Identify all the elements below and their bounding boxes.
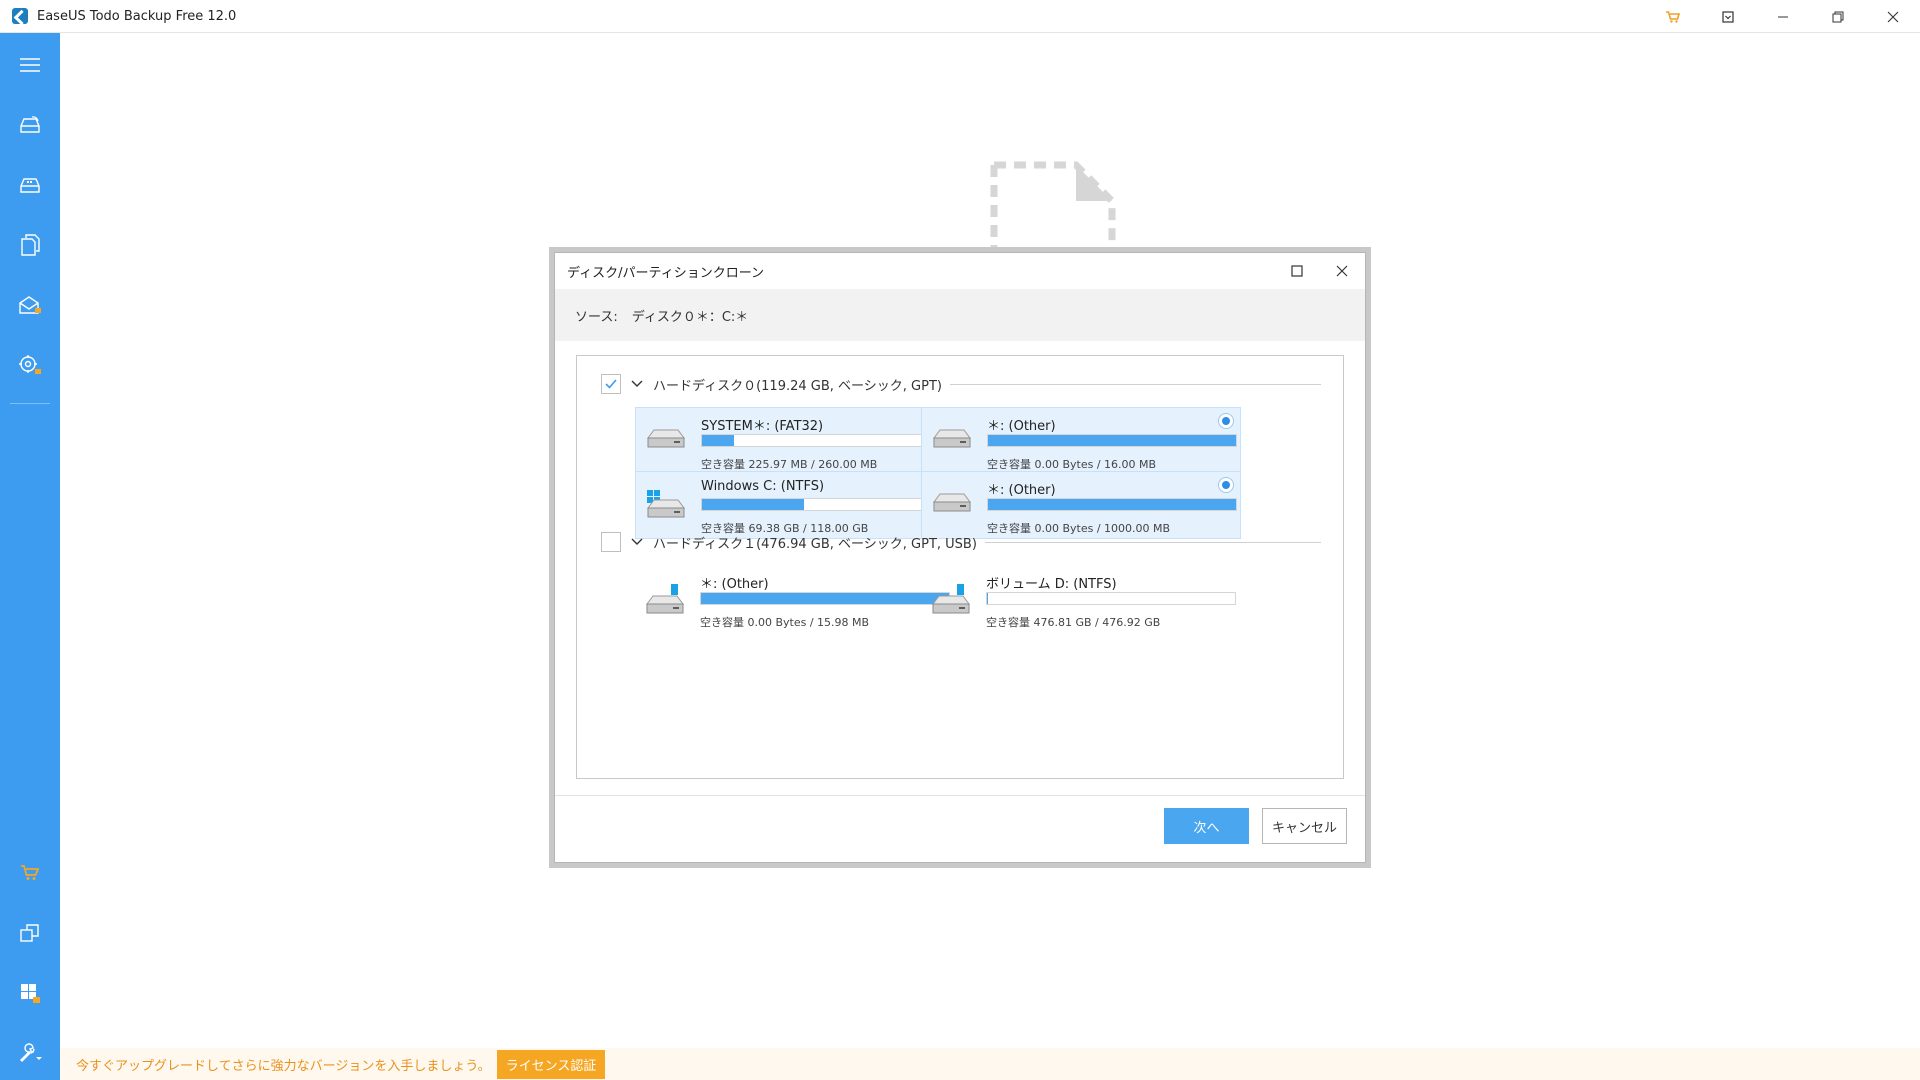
usage-bar — [987, 498, 1237, 511]
partition-card[interactable]: ＊: (Other) 空き容量 0.00 Bytes / 15.98 MB — [635, 566, 955, 634]
partition-free-space: 空き容量 476.81 GB / 476.92 GB — [986, 616, 1161, 629]
sidebar — [0, 33, 60, 1080]
hdd-icon — [932, 490, 972, 518]
tools-windows-icon[interactable] — [0, 973, 60, 1013]
hdd-icon — [932, 426, 972, 454]
usage-fill — [702, 435, 735, 446]
system-backup-icon[interactable] — [0, 165, 60, 205]
app-titlebar: EaseUS Todo Backup Free 12.0 — [0, 0, 1920, 33]
usage-bar — [986, 592, 1236, 605]
dialog-title: ディスク/パーティションクローン — [567, 265, 765, 281]
usage-fill — [988, 499, 1236, 510]
app-logo-icon — [12, 8, 28, 24]
disk-backup-icon[interactable] — [0, 105, 60, 145]
chevron-down-icon[interactable] — [631, 536, 643, 548]
source-bar: ソース: ディスク０＊：C:＊ — [555, 289, 1365, 341]
app-title: EaseUS Todo Backup Free 12.0 — [37, 8, 237, 24]
tools-wrench-icon[interactable] — [0, 1033, 60, 1073]
window-controls — [1645, 0, 1920, 33]
source-value: ディスク０＊：C:＊ — [631, 309, 749, 325]
usage-bar — [701, 498, 951, 511]
disk-0-label: ハードディスク０(119.24 GB, ベーシック, GPT) — [653, 378, 942, 394]
hdd-icon — [646, 426, 686, 454]
mail-backup-icon[interactable] — [0, 285, 60, 325]
partition-radio[interactable] — [1218, 413, 1234, 429]
usage-fill — [702, 499, 804, 510]
partition-name: ボリューム D: (NTFS) — [986, 577, 1117, 592]
partition-card[interactable]: ボリューム D: (NTFS) 空き容量 476.81 GB / 476.92 … — [921, 566, 1241, 634]
usage-bar — [700, 592, 950, 605]
divider — [984, 541, 1321, 543]
upgrade-message: 今すぐアップグレードしてさらに強力なバージョンを入手しましょう。 — [76, 1058, 491, 1074]
usb-drive-icon — [645, 584, 685, 620]
partition-card[interactable]: ＊: (Other) 空き容量 0.00 Bytes / 16.00 MB — [921, 407, 1241, 475]
disk-1-checkbox[interactable] — [601, 532, 621, 552]
disk-header-0: ハードディスク０(119.24 GB, ベーシック, GPT) — [601, 373, 1321, 395]
usage-bar — [987, 434, 1237, 447]
partition-card[interactable]: SYSTEM＊: (FAT32) 空き容量 225.97 MB / 260.00… — [635, 407, 955, 475]
disk-1-label: ハードディスク１(476.94 GB, ベーシック, GPT, USB) — [653, 536, 977, 552]
partition-free-space: 空き容量 225.97 MB / 260.00 MB — [701, 458, 878, 471]
close-icon[interactable] — [1865, 0, 1920, 33]
maximize-icon[interactable] — [1277, 253, 1317, 289]
cart-icon[interactable] — [1645, 0, 1700, 33]
close-icon[interactable] — [1322, 253, 1362, 289]
maximize-icon[interactable] — [1810, 0, 1865, 33]
partition-radio[interactable] — [1218, 477, 1234, 493]
license-activation-button[interactable]: ライセンス認証 — [496, 1049, 606, 1079]
clone-dialog: ディスク/パーティションクローン ソース: ディスク０＊：C:＊ ハードディスク… — [554, 252, 1366, 863]
disk-0-checkbox[interactable] — [601, 374, 621, 394]
usb-drive-icon — [931, 584, 971, 620]
partition-card[interactable]: ＊: (Other) 空き容量 0.00 Bytes / 1000.00 MB — [921, 471, 1241, 539]
partition-name: ＊: (Other) — [700, 577, 769, 592]
minimize-icon[interactable] — [1755, 0, 1810, 33]
usage-fill — [988, 435, 1236, 446]
usage-fill — [987, 593, 989, 604]
restore-down-icon[interactable] — [1700, 0, 1755, 33]
usage-fill — [701, 593, 949, 604]
dialog-titlebar: ディスク/パーティションクローン — [555, 253, 1365, 289]
partition-free-space: 空き容量 0.00 Bytes / 15.98 MB — [700, 616, 870, 629]
partition-card[interactable]: Windows C: (NTFS) 空き容量 69.38 GB / 118.00… — [635, 471, 955, 539]
file-backup-icon[interactable] — [0, 225, 60, 265]
partition-free-space: 空き容量 0.00 Bytes / 16.00 MB — [987, 458, 1157, 471]
sidebar-divider — [10, 403, 50, 404]
partition-name: SYSTEM＊: (FAT32) — [701, 419, 824, 434]
cancel-button[interactable]: キャンセル — [1262, 808, 1347, 844]
menu-icon[interactable] — [0, 45, 60, 85]
smart-backup-icon[interactable] — [0, 345, 60, 385]
cart-icon[interactable] — [0, 853, 60, 893]
divider — [949, 383, 1321, 385]
footer-divider — [555, 795, 1365, 796]
next-button[interactable]: 次へ — [1164, 808, 1249, 844]
windows-hdd-icon — [646, 490, 686, 524]
partition-name: ＊: (Other) — [987, 419, 1056, 434]
source-label: ソース: — [575, 309, 618, 325]
clone-icon[interactable] — [0, 913, 60, 953]
disk-header-1: ハードディスク１(476.94 GB, ベーシック, GPT, USB) — [601, 531, 1321, 553]
chevron-down-icon[interactable] — [631, 378, 643, 390]
partition-name: Windows C: (NTFS) — [701, 479, 825, 494]
upgrade-bar: 今すぐアップグレードしてさらに強力なバージョンを入手しましょう。 ライセンス認証 — [60, 1048, 1920, 1080]
partition-name: ＊: (Other) — [987, 483, 1056, 498]
usage-bar — [701, 434, 951, 447]
disk-list-panel: ハードディスク０(119.24 GB, ベーシック, GPT) SYSTEM＊:… — [576, 355, 1344, 779]
